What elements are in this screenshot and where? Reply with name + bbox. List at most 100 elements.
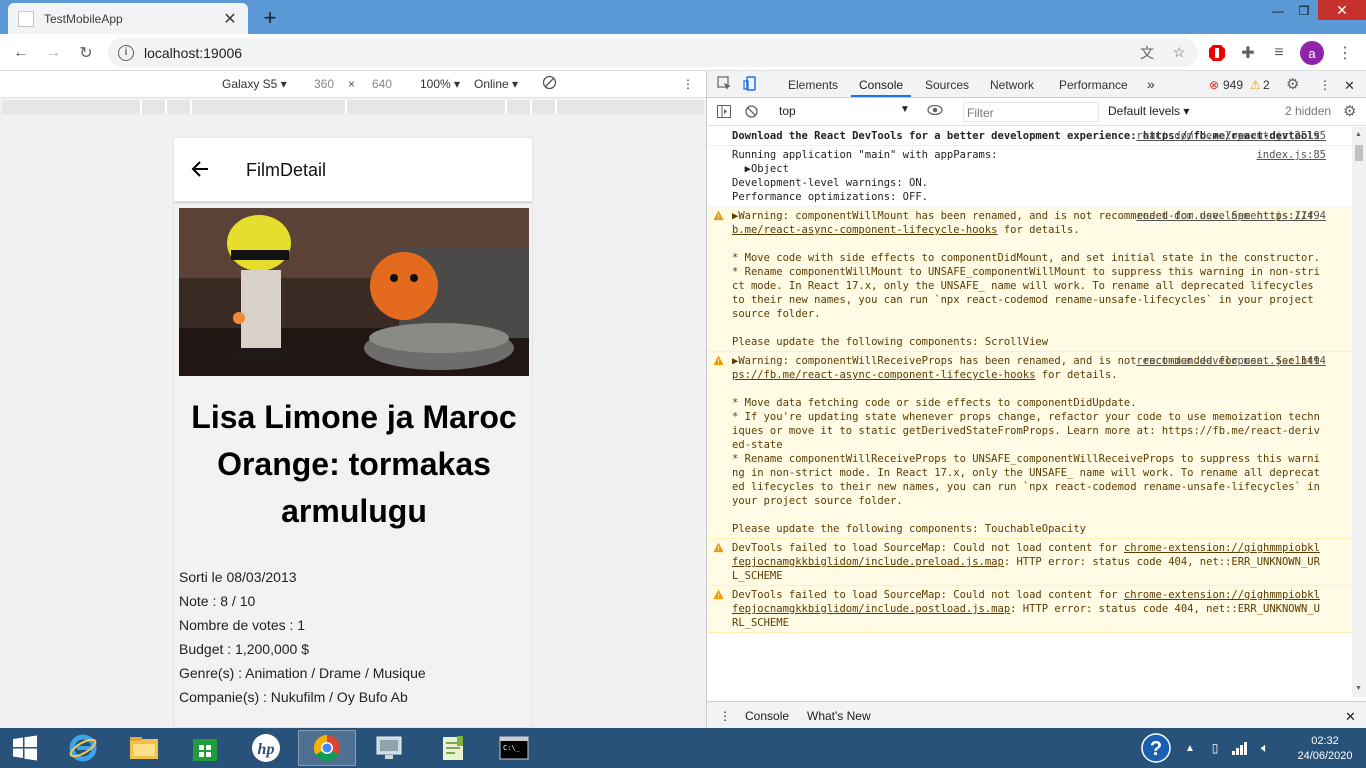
- tab-sources[interactable]: Sources: [925, 78, 969, 92]
- network-select[interactable]: Online ▾: [474, 77, 518, 91]
- back-icon[interactable]: ←: [10, 42, 32, 64]
- bookmark-star-icon[interactable]: ☆: [1170, 44, 1188, 62]
- phone-viewport: FilmDetail Lisa Limone ja Maroc Orange: …: [173, 137, 533, 728]
- console-settings-gear-icon[interactable]: ⚙: [1343, 102, 1356, 120]
- message-source-link[interactable]: react-dom.development.js:11494: [1136, 354, 1326, 368]
- message-text: Download the React DevTools for a better…: [732, 130, 1143, 142]
- warning-triangle-icon: !: [713, 589, 724, 600]
- translate-icon[interactable]: 文: [1138, 44, 1156, 62]
- devtools-close-icon[interactable]: ✕: [1344, 78, 1355, 94]
- app-header: FilmDetail: [174, 138, 532, 202]
- page-favicon-icon: [18, 10, 34, 27]
- media-playlist-icon[interactable]: ≡: [1268, 42, 1290, 64]
- context-dropdown-icon[interactable]: ▼: [900, 104, 910, 115]
- log-levels-select[interactable]: Default levels ▾: [1108, 104, 1189, 118]
- message-text: DevTools failed to load SourceMap: Could…: [732, 589, 1124, 601]
- extensions-puzzle-icon[interactable]: ✚: [1237, 42, 1259, 64]
- message-text-tail: for details. * Move data fetching code o…: [732, 369, 1320, 535]
- console-filter-input[interactable]: Filter: [963, 102, 1099, 122]
- volume-icon[interactable]: 🔈︎: [1254, 730, 1276, 766]
- clock-date: 24/06/2020: [1297, 750, 1353, 762]
- browser-titlebar: TestMobileApp ✕ + — ❐ ✕: [0, 0, 1366, 34]
- context-select[interactable]: top: [779, 104, 796, 118]
- clear-console-icon[interactable]: [745, 105, 758, 118]
- tab-console[interactable]: Console: [859, 78, 903, 92]
- power-status-icon[interactable]: ▯: [1204, 730, 1226, 766]
- device-height[interactable]: 640: [372, 77, 392, 91]
- svg-text:C:\_: C:\_: [503, 744, 521, 752]
- inspect-element-icon[interactable]: [717, 76, 732, 91]
- warning-triangle-icon: !: [713, 542, 724, 553]
- url-text[interactable]: localhost:19006: [144, 45, 1124, 61]
- address-bar[interactable]: i localhost:19006 文 ☆: [108, 38, 1198, 67]
- devtools-panel: Elements Console Sources Network Perform…: [706, 71, 1366, 728]
- hp-icon[interactable]: hp: [237, 730, 295, 766]
- console-warning-message: ! DevTools failed to load SourceMap: Coul…: [707, 586, 1352, 633]
- internet-explorer-icon[interactable]: [54, 730, 112, 766]
- message-text: Running application "main" with appParam…: [732, 149, 998, 203]
- browser-menu-icon[interactable]: ⋮: [1334, 42, 1356, 64]
- svg-text:hp: hp: [258, 741, 275, 758]
- show-hidden-icons-icon[interactable]: ▲: [1180, 730, 1200, 766]
- settings-gear-icon[interactable]: ⚙: [1286, 75, 1299, 93]
- device-width[interactable]: 360: [314, 77, 334, 91]
- windows-taskbar: hp C:\_ ? ▲ ▯ 🔈︎ 02:32 24/06/2020: [0, 728, 1366, 768]
- file-explorer-icon[interactable]: [115, 730, 173, 766]
- message-source-link[interactable]: react-dom.development.js:11494: [1136, 209, 1326, 223]
- notepad-plus-icon[interactable]: [424, 730, 482, 766]
- network-signal-icon[interactable]: [1228, 730, 1250, 766]
- error-icon[interactable]: ⊗: [1209, 78, 1219, 92]
- tab-performance[interactable]: Performance: [1059, 78, 1128, 92]
- active-tab-indicator: [851, 95, 911, 97]
- windows-store-icon[interactable]: [176, 730, 234, 766]
- live-expression-eye-icon[interactable]: [927, 103, 943, 117]
- browser-tab[interactable]: TestMobileApp ✕: [8, 3, 248, 34]
- console-log-message: index.js:85 Running application "main" wi…: [707, 146, 1352, 207]
- command-prompt-icon[interactable]: C:\_: [485, 730, 543, 766]
- message-text-tail: for details. * Move code with side effec…: [732, 224, 1320, 348]
- forward-icon[interactable]: →: [42, 42, 64, 64]
- svg-text:?: ?: [1150, 738, 1162, 760]
- tab-elements[interactable]: Elements: [788, 78, 838, 92]
- zoom-select[interactable]: 100% ▾: [420, 77, 460, 91]
- console-scrollbar[interactable]: ▲ ▼: [1352, 127, 1366, 697]
- site-info-icon[interactable]: i: [118, 44, 134, 61]
- scroll-thumb[interactable]: [1355, 145, 1363, 161]
- chrome-icon[interactable]: [298, 730, 356, 766]
- message-source-link[interactable]: index.js:85: [1256, 148, 1326, 162]
- rotate-icon[interactable]: [542, 75, 557, 90]
- device-select[interactable]: Galaxy S5 ▾: [222, 77, 287, 91]
- minimize-icon[interactable]: —: [1264, 0, 1292, 22]
- error-count[interactable]: 949: [1223, 78, 1243, 92]
- device-more-icon[interactable]: ⋮: [682, 77, 694, 91]
- media-query-ruler[interactable]: [2, 100, 704, 114]
- warning-count[interactable]: 2: [1263, 78, 1270, 92]
- drawer-tab-whats-new[interactable]: What's New: [807, 709, 871, 723]
- film-info: Sorti le 08/03/2013 Note : 8 / 10 Nombre…: [179, 565, 426, 709]
- window-close-icon[interactable]: ✕: [1318, 0, 1366, 20]
- message-source-link[interactable]: react-dom.development.js:25195: [1136, 129, 1326, 143]
- sidebar-toggle-icon[interactable]: [717, 105, 731, 118]
- tab-close-icon[interactable]: ✕: [222, 11, 238, 28]
- drawer-menu-icon[interactable]: ⋮: [719, 709, 731, 723]
- more-tabs-icon[interactable]: »: [1147, 76, 1155, 92]
- device-toggle-icon[interactable]: [743, 76, 758, 91]
- drawer-tab-console[interactable]: Console: [745, 709, 789, 723]
- windows-start-icon[interactable]: [0, 730, 50, 766]
- restore-icon[interactable]: ❐: [1290, 0, 1318, 22]
- remote-desktop-icon[interactable]: [360, 730, 418, 766]
- help-icon[interactable]: ?: [1138, 730, 1174, 766]
- scroll-up-icon[interactable]: ▲: [1355, 131, 1362, 138]
- extension-adblock-icon[interactable]: [1206, 42, 1228, 64]
- devtools-menu-icon[interactable]: ⋮: [1319, 78, 1331, 92]
- profile-avatar[interactable]: a: [1300, 41, 1324, 65]
- drawer-close-icon[interactable]: ✕: [1345, 709, 1356, 725]
- reload-icon[interactable]: ↻: [75, 42, 97, 64]
- scroll-down-icon[interactable]: ▼: [1355, 685, 1362, 692]
- system-clock[interactable]: 02:32 24/06/2020: [1290, 734, 1360, 764]
- new-tab-button[interactable]: +: [258, 5, 282, 30]
- arrow-back-icon[interactable]: [190, 159, 210, 179]
- film-poster-image: [179, 208, 529, 376]
- warning-icon[interactable]: ⚠: [1250, 78, 1261, 92]
- tab-network[interactable]: Network: [990, 78, 1034, 92]
